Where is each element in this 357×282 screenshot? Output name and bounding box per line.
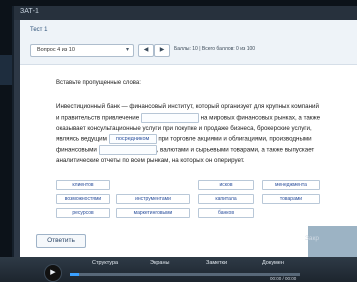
- chevron-down-icon: ▾: [125, 47, 129, 53]
- tab-documents[interactable]: Докумен: [262, 260, 284, 266]
- player-bar: ▶ Структура Экраны Заметки Докумен 00:00…: [0, 257, 357, 282]
- word-option[interactable]: банков: [198, 208, 254, 218]
- word-option[interactable]: инструментами: [116, 194, 190, 204]
- word-option[interactable]: капитала: [198, 194, 254, 204]
- question-instruction: Вставьте пропущенные слова:: [56, 80, 141, 86]
- word-option[interactable]: возможностями: [56, 194, 110, 204]
- close-button[interactable]: Закр: [305, 235, 319, 242]
- test-panel: Тест 1 Вопрос 4 из 10 ▾ ◀ ▶ Баллы: 10 | …: [20, 20, 357, 257]
- word-option[interactable]: маркетинговыми: [116, 208, 190, 218]
- word-option[interactable]: менеджмента: [262, 180, 320, 190]
- question-select[interactable]: Вопрос 4 из 10 ▾: [30, 44, 134, 57]
- test-window: ЗАТ-1 Тест 1 Вопрос 4 из 10 ▾ ◀ ▶ Баллы:…: [14, 6, 357, 257]
- answer-button[interactable]: Ответить: [36, 234, 86, 248]
- tab-notes[interactable]: Заметки: [206, 260, 227, 266]
- answer-blank-3[interactable]: [98, 145, 157, 156]
- test-header: Тест 1 Вопрос 4 из 10 ▾ ◀ ▶ Баллы: 10 | …: [20, 20, 357, 65]
- test-title: Тест 1: [30, 27, 48, 33]
- question-text: Инвестиционный банк — финансовый институ…: [56, 102, 324, 167]
- tab-screens[interactable]: Экраны: [150, 260, 169, 266]
- tab-structure[interactable]: Структура: [92, 260, 118, 266]
- arrow-right-icon: ▶: [159, 47, 165, 53]
- word-option[interactable]: товарами: [262, 194, 320, 204]
- play-icon[interactable]: ▶: [44, 264, 62, 282]
- word-option[interactable]: исков: [198, 180, 254, 190]
- progress-track[interactable]: [70, 273, 300, 276]
- window-titlebar: ЗАТ-1: [14, 6, 357, 20]
- screen-bezel-left: [0, 0, 12, 282]
- next-question-button[interactable]: ▶: [154, 44, 170, 57]
- arrow-left-icon: ◀: [143, 47, 149, 53]
- window-title: ЗАТ-1: [20, 8, 39, 15]
- word-option[interactable]: ресурсов: [56, 208, 110, 218]
- side-panel-fragment: [0, 55, 12, 85]
- answer-blank-1[interactable]: [140, 112, 199, 123]
- score-readout: Баллы: 10 | Всего баллов: 0 из 100: [174, 46, 256, 52]
- time-readout: 00:00 / 00:00: [270, 276, 297, 281]
- word-option[interactable]: клиентов: [56, 180, 110, 190]
- word-bank: клиентов исков менеджмента возможностями…: [56, 180, 326, 228]
- answer-blank-2[interactable]: посредником: [108, 134, 157, 145]
- progress-fill: [70, 273, 80, 276]
- question-select-value: Вопрос 4 из 10: [37, 47, 75, 53]
- prev-question-button[interactable]: ◀: [138, 44, 154, 57]
